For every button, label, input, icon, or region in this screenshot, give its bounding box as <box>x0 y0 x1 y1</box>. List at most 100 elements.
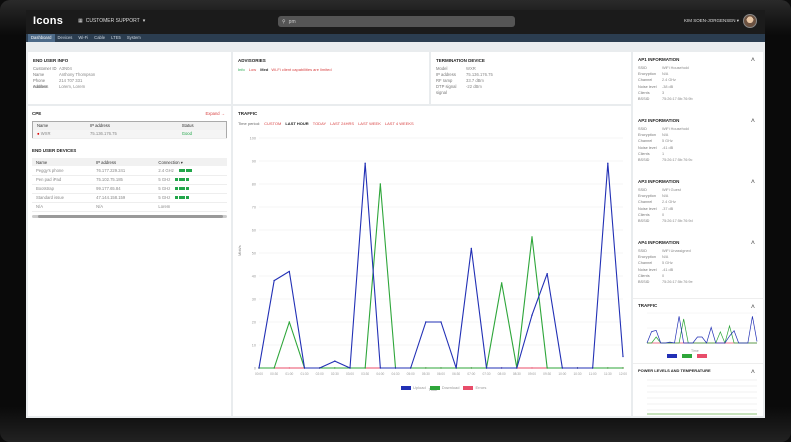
info-row: BSSID 75:26:17:5b:76:9c <box>638 157 758 163</box>
info-key: BSSID <box>638 279 650 284</box>
chevron-up-icon[interactable]: ˄ <box>751 369 755 376</box>
device-conn: 2.4 GHz <box>158 167 174 173</box>
data-point-download <box>470 367 473 369</box>
chevron-down-icon: ▾ <box>736 18 739 23</box>
device-name: Standard issue <box>32 193 93 203</box>
chevron-up-icon[interactable]: ˄ <box>751 179 755 186</box>
tab-lte5[interactable]: LTE5 <box>108 34 124 42</box>
data-point-upload <box>349 367 351 369</box>
device-name: Bootstrap <box>32 184 93 194</box>
power-levels-panel: POWER LEVELS AND TEMPERATURE ˄ <box>633 363 763 416</box>
x-tick-label: 07:00 <box>467 372 475 376</box>
y-tick-label: 20 <box>252 321 256 325</box>
y-tick-label: 100 <box>250 137 256 141</box>
tag-med[interactable]: Med <box>260 67 268 72</box>
y-tick-label: 70 <box>252 206 256 210</box>
info-value: 75:26:17:5b:76:9c <box>662 157 693 162</box>
tag-low[interactable]: Low <box>249 67 256 72</box>
end-user-info-panel: END USER INFO Customer ID A3N04 Name Antho… <box>28 52 231 104</box>
horizontal-scrollbar[interactable] <box>32 214 227 218</box>
column-header[interactable]: IP address <box>92 158 155 166</box>
user-menu[interactable]: KIM SOEN-JORGENSEN ▾ <box>684 18 739 24</box>
chevron-down-icon: ▾ <box>142 18 146 24</box>
info-row: DTP signal signal -22 dBm <box>436 84 626 95</box>
termination-device-panel: TERMINATION DEVICE Model WXR IP address 75… <box>431 52 631 104</box>
org-label: CUSTOMER SUPPORT <box>85 18 140 24</box>
cpe-status: Good <box>177 129 227 139</box>
data-point-upload <box>303 367 306 369</box>
info-key: Address <box>33 84 49 89</box>
cpe-ip: 75.136.176.75 <box>86 129 178 139</box>
legend-download[interactable]: Download <box>429 385 460 390</box>
tab-dashboard[interactable]: Dashboard <box>28 34 55 42</box>
x-tick-label: 09:00 <box>528 372 536 376</box>
router-icon: ● <box>37 131 40 137</box>
data-point-download <box>546 367 548 369</box>
device-conn: 5 GHz <box>158 186 171 191</box>
data-point-download <box>288 321 291 323</box>
info-key: BSSID <box>638 96 650 101</box>
data-point-upload <box>455 367 457 369</box>
avatar[interactable] <box>743 14 757 28</box>
column-header: Status <box>177 121 227 130</box>
legend-swatch-download <box>682 354 692 358</box>
device-ip: 99.177.65.84 <box>92 184 155 194</box>
legend-upload[interactable]: Upload <box>401 385 426 390</box>
tab-cable[interactable]: Cable <box>91 34 108 42</box>
device-ip: N/A <box>92 202 155 212</box>
table-row[interactable]: Peggy's phone 76.177.229.241 2.4 GHz <box>32 166 227 176</box>
signal-bars <box>175 195 189 200</box>
x-tick-label: 01:30 <box>301 372 309 376</box>
x-tick-label: 10:00 <box>558 372 566 376</box>
data-point-download <box>607 367 609 369</box>
table-row[interactable]: Bootstrap 99.177.65.84 5 GHz <box>32 184 227 194</box>
x-tick-label: 04:00 <box>376 372 384 376</box>
series-line-upload <box>258 162 624 369</box>
main-nav: Dashboard Devices Wi-Fi Cable LTE5 Syste… <box>26 34 765 42</box>
table-row[interactable]: ● WXR 75.136.176.75 Good <box>32 129 227 139</box>
data-point-upload <box>607 162 609 164</box>
advisory-item[interactable]: Info Low Med Wi-Fi client capabilities a… <box>238 67 424 72</box>
info-row: Address Lorem, Lorem <box>33 84 226 90</box>
table-row[interactable]: N/A N/A Lorem <box>32 202 227 212</box>
chevron-up-icon[interactable]: ˄ <box>751 118 755 125</box>
panel-title: AP1 INFORMATION <box>638 57 680 62</box>
legend-label: Download <box>441 385 460 390</box>
column-header-connection[interactable]: Connection ▾ <box>154 158 227 166</box>
top-bar: Icons ▦ CUSTOMER SUPPORT ▾ ⚲ pm KIM SOEN… <box>26 10 765 34</box>
tab-system[interactable]: System <box>124 34 144 42</box>
tab-wifi[interactable]: Wi-Fi <box>75 34 91 42</box>
info-row: BSSID 75:26:17:5b:76:9e <box>638 279 758 285</box>
info-key: BSSID <box>638 157 650 162</box>
table-row[interactable]: Pen pad iPad 75.102.75.185 5 GHz <box>32 175 227 185</box>
legend-errors[interactable]: Errors <box>463 385 486 390</box>
info-row: BSSID 75:26:17:5b:76:9b <box>638 96 758 102</box>
y-tick-label: 10 <box>252 344 256 348</box>
y-tick-label: 60 <box>252 229 256 233</box>
data-point-errors <box>288 367 291 369</box>
tab-devices[interactable]: Devices <box>55 34 76 42</box>
table-row[interactable]: Standard issue 47.144.158.159 5 GHz <box>32 193 227 203</box>
chevron-up-icon[interactable]: ˄ <box>751 240 755 247</box>
device-name: N/A <box>32 202 93 212</box>
scrollbar-thumb[interactable] <box>38 214 223 218</box>
panel-title: END USER INFO <box>33 58 69 63</box>
chevron-up-icon[interactable]: ˄ <box>751 57 755 64</box>
org-selector[interactable]: ▦ CUSTOMER SUPPORT ▾ <box>78 18 145 24</box>
tag-info[interactable]: Info <box>238 67 245 72</box>
data-point-download <box>273 367 275 369</box>
search-value: pm <box>288 18 296 25</box>
data-point-upload <box>485 367 488 369</box>
data-point-upload <box>531 314 533 316</box>
data-point-upload <box>622 355 624 358</box>
data-point-upload <box>334 360 336 362</box>
legend-label: Errors <box>475 385 487 390</box>
column-header[interactable]: Name <box>32 158 93 166</box>
search-input[interactable]: ⚲ pm <box>278 16 515 27</box>
expand-link[interactable]: Expand → <box>205 111 225 116</box>
info-value: 75:26:17:5b:76:9b <box>662 96 693 101</box>
panel-title: AP4 INFORMATION <box>638 240 680 245</box>
data-point-upload <box>576 367 579 369</box>
traffic-panel: TRAFFIC Time period: CUSTOM LAST HOUR TO… <box>233 106 631 416</box>
power-chart <box>647 379 757 415</box>
